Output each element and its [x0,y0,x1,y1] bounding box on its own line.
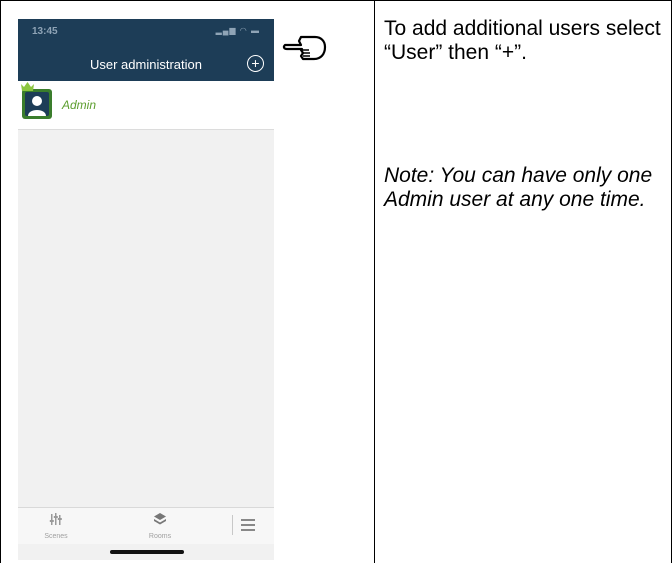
plus-icon: + [251,55,260,71]
sliders-icon [49,513,62,525]
frame-column-divider [374,0,375,563]
layers-icon [154,513,166,525]
frame-top-border [0,0,672,1]
menu-icon[interactable] [232,515,255,535]
crown-icon [21,82,34,91]
frame-left-border [0,0,1,563]
list-item[interactable]: Admin [18,81,274,130]
add-user-button[interactable]: + [247,55,264,72]
avatar [22,89,52,119]
home-indicator [110,550,184,554]
app-header: 13:45 ▂▄▆ ◠ ▬ User administration + [18,19,274,81]
tab-scenes[interactable]: Scenes [26,512,86,540]
phone-screenshot: 13:45 ▂▄▆ ◠ ▬ User administration + Admi… [18,19,274,560]
user-name: Admin [62,98,97,112]
tab-rooms[interactable]: Rooms [130,512,190,540]
user-silhouette-icon [28,96,46,116]
page-title: User administration [90,57,202,72]
tab-rooms-label: Rooms [148,533,172,540]
status-icons: ▂▄▆ ◠ ▬ [215,26,260,35]
tab-bar: Scenes Rooms [18,507,274,544]
note-text: Note: You can have only one Admin user a… [384,164,653,211]
tab-scenes-label: Scenes [44,533,68,540]
status-time: 13:45 [32,26,58,37]
instruction-text: To add additional users select “User” th… [384,17,661,64]
pointing-hand-icon [282,35,327,61]
